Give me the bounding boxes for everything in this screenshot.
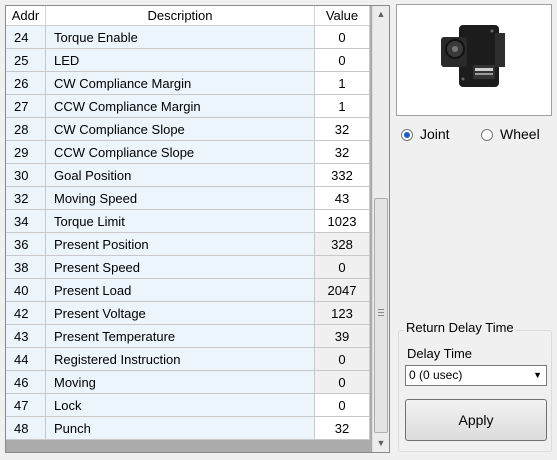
chevron-down-icon[interactable]: ▼ [373, 435, 389, 452]
table-row[interactable]: 48 Punch 32 [6, 417, 370, 440]
table-row[interactable]: 34 Torque Limit 1023 [6, 210, 370, 233]
chevron-up-icon[interactable]: ▲ [373, 6, 389, 23]
value-cell[interactable]: 332 [315, 164, 370, 187]
addr-cell: 47 [6, 394, 46, 417]
table-row[interactable]: 47 Lock 0 [6, 394, 370, 417]
value-cell: 39 [315, 325, 370, 348]
radio-unselected-icon[interactable] [481, 129, 493, 141]
description-cell: CCW Compliance Margin [46, 95, 315, 118]
value-cell: 2047 [315, 279, 370, 302]
description-cell: Present Speed [46, 256, 315, 279]
grip-icon [378, 309, 384, 316]
table-row[interactable]: 46 Moving 0 [6, 371, 370, 394]
table-row[interactable]: 30 Goal Position 332 [6, 164, 370, 187]
control-table-grid[interactable]: Addr Description Value 24 Torque Enable 0 2… [5, 5, 390, 453]
wheel-radio[interactable]: Wheel [481, 124, 540, 144]
table-row[interactable]: 36 Present Position 328 [6, 233, 370, 256]
addr-cell: 28 [6, 118, 46, 141]
header-addr[interactable]: Addr [6, 6, 46, 25]
addr-cell: 34 [6, 210, 46, 233]
addr-cell: 30 [6, 164, 46, 187]
description-cell: Present Load [46, 279, 315, 302]
description-cell: Torque Enable [46, 26, 315, 49]
delay-time-value: 0 (0 usec) [409, 368, 463, 382]
description-cell: CW Compliance Margin [46, 72, 315, 95]
table-row[interactable]: 29 CCW Compliance Slope 32 [6, 141, 370, 164]
value-cell[interactable]: 43 [315, 187, 370, 210]
table-row[interactable]: 24 Torque Enable 0 [6, 26, 370, 49]
description-cell: Present Voltage [46, 302, 315, 325]
addr-cell: 26 [6, 72, 46, 95]
table-row[interactable]: 28 CW Compliance Slope 32 [6, 118, 370, 141]
description-cell: Moving [46, 371, 315, 394]
description-cell: Punch [46, 417, 315, 440]
addr-cell: 29 [6, 141, 46, 164]
addr-cell: 38 [6, 256, 46, 279]
description-cell: Present Position [46, 233, 315, 256]
servo-motor-image [441, 25, 505, 87]
apply-button[interactable]: Apply [405, 399, 547, 441]
header-value[interactable]: Value [315, 6, 370, 25]
description-cell: Present Temperature [46, 325, 315, 348]
table-row[interactable]: 32 Moving Speed 43 [6, 187, 370, 210]
addr-cell: 32 [6, 187, 46, 210]
value-cell[interactable]: 32 [315, 118, 370, 141]
delay-time-select[interactable]: 0 (0 usec) ▼ [405, 365, 547, 386]
value-cell[interactable]: 0 [315, 49, 370, 72]
table-row[interactable]: 44 Registered Instruction 0 [6, 348, 370, 371]
addr-cell: 48 [6, 417, 46, 440]
servo-preview [396, 4, 552, 116]
table-row[interactable]: 27 CCW Compliance Margin 1 [6, 95, 370, 118]
value-cell: 123 [315, 302, 370, 325]
table-row[interactable]: 25 LED 0 [6, 49, 370, 72]
description-cell: Torque Limit [46, 210, 315, 233]
value-cell: 328 [315, 233, 370, 256]
scrollbar-thumb[interactable] [374, 198, 388, 433]
value-cell[interactable]: 32 [315, 141, 370, 164]
value-cell: 0 [315, 348, 370, 371]
radio-selected-icon[interactable] [401, 129, 413, 141]
addr-cell: 42 [6, 302, 46, 325]
addr-cell: 44 [6, 348, 46, 371]
addr-cell: 27 [6, 95, 46, 118]
delay-time-label: Delay Time [407, 346, 473, 361]
addr-cell: 36 [6, 233, 46, 256]
header-description[interactable]: Description [46, 6, 315, 25]
table-row[interactable]: 40 Present Load 2047 [6, 279, 370, 302]
wheel-label: Wheel [500, 126, 540, 142]
table-row[interactable]: 42 Present Voltage 123 [6, 302, 370, 325]
addr-cell: 46 [6, 371, 46, 394]
vertical-scrollbar[interactable]: ▲ ▼ [372, 6, 389, 452]
value-cell[interactable]: 0 [315, 26, 370, 49]
table-row[interactable]: 26 CW Compliance Margin 1 [6, 72, 370, 95]
value-cell: 0 [315, 256, 370, 279]
description-cell: Registered Instruction [46, 348, 315, 371]
addr-cell: 40 [6, 279, 46, 302]
description-cell: CCW Compliance Slope [46, 141, 315, 164]
addr-cell: 43 [6, 325, 46, 348]
addr-cell: 25 [6, 49, 46, 72]
description-cell: Goal Position [46, 164, 315, 187]
addr-cell: 24 [6, 26, 46, 49]
chevron-down-icon[interactable]: ▼ [533, 366, 542, 385]
joint-label: Joint [420, 126, 450, 142]
value-cell[interactable]: 32 [315, 417, 370, 440]
table-row[interactable]: 38 Present Speed 0 [6, 256, 370, 279]
description-cell: Moving Speed [46, 187, 315, 210]
value-cell[interactable]: 1 [315, 95, 370, 118]
table-row[interactable]: 43 Present Temperature 39 [6, 325, 370, 348]
description-cell: LED [46, 49, 315, 72]
value-cell: 0 [315, 371, 370, 394]
value-cell[interactable]: 1023 [315, 210, 370, 233]
value-cell[interactable]: 0 [315, 394, 370, 417]
return-delay-title: Return Delay Time [404, 320, 516, 335]
value-cell[interactable]: 1 [315, 72, 370, 95]
description-cell: Lock [46, 394, 315, 417]
description-cell: CW Compliance Slope [46, 118, 315, 141]
joint-radio[interactable]: Joint [401, 124, 450, 144]
grid-header: Addr Description Value [6, 6, 370, 26]
